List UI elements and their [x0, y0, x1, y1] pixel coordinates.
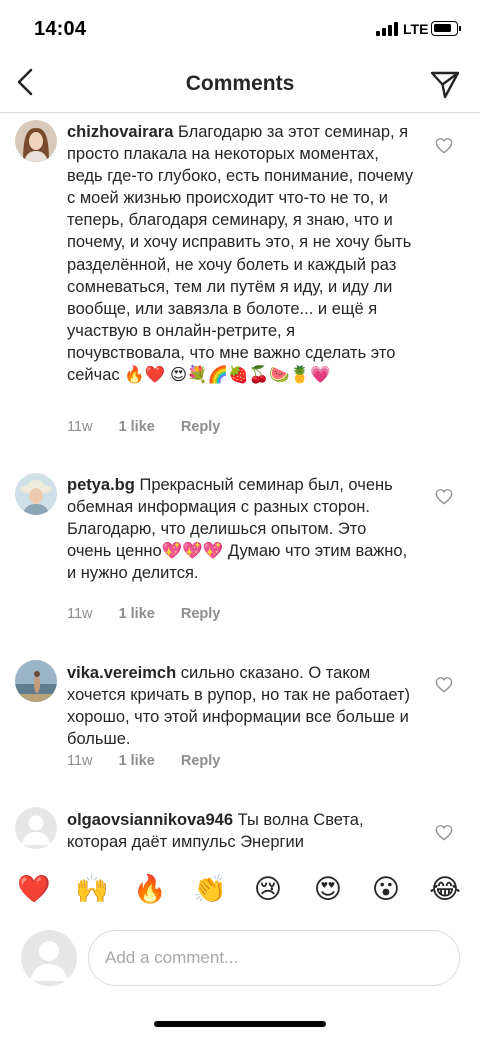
page-title: Comments [185, 72, 295, 95]
heart-icon[interactable] [435, 824, 453, 841]
comment-likes[interactable]: 1 like [119, 419, 155, 435]
emoji-clap-button[interactable]: 👏 [193, 873, 227, 907]
comment-likes[interactable]: 1 like [119, 606, 155, 622]
comment-body: petya.bg Прекрасный семинар был, очень о… [67, 474, 415, 584]
comment-text: Благодарю за этот семинар, я просто плак… [67, 123, 414, 385]
comment-item: petya.bg Прекрасный семинар был, очень о… [0, 459, 480, 629]
emoji-heart-eyes-button[interactable]: 😍 [311, 873, 345, 907]
avatar [21, 930, 77, 986]
comment-body: chizhovairara Благодарю за этот семинар,… [67, 121, 415, 386]
emoji-quick-bar: ❤️ 🙌 🔥 👏 😢 😍 😮 😂 [0, 856, 480, 924]
comments-list[interactable]: chizhovairara Благодарю за этот семинар,… [0, 114, 480, 854]
comment-item: chizhovairara Благодарю за этот семинар,… [0, 114, 480, 454]
comment-item: vika.vereimch сильно сказано. О таком хо… [0, 647, 480, 797]
avatar[interactable] [15, 473, 57, 515]
heart-icon[interactable] [435, 676, 453, 693]
comment-input[interactable] [88, 930, 460, 986]
comment-meta: 11w 1 like Reply [67, 753, 242, 769]
status-time: 14:04 [34, 18, 87, 40]
battery-icon [431, 21, 458, 36]
share-button[interactable] [429, 68, 461, 100]
header: Comments [0, 60, 480, 113]
comment-username[interactable]: olgaovsiannikova946 [67, 811, 233, 829]
signal-icon [376, 22, 400, 36]
comment-time: 11w [67, 419, 93, 435]
paper-plane-icon [430, 71, 460, 99]
comment-item: olgaovsiannikova946 Ты волна Света, кото… [0, 794, 480, 854]
status-bar: 14:04 LTE [0, 0, 480, 60]
emoji-fire-button[interactable]: 🔥 [133, 873, 167, 907]
comment-composer [0, 926, 480, 990]
home-indicator[interactable] [154, 1021, 326, 1027]
comment-username[interactable]: petya.bg [67, 476, 135, 494]
emoji-laughing-button[interactable]: 😂 [428, 873, 462, 907]
emoji-surprised-button[interactable]: 😮 [369, 873, 403, 907]
comment-likes[interactable]: 1 like [119, 753, 155, 769]
comment-username[interactable]: vika.vereimch [67, 664, 176, 682]
heart-icon[interactable] [435, 488, 453, 505]
comment-meta: 11w 1 like Reply [67, 419, 242, 435]
network-type: LTE [403, 21, 429, 37]
comment-meta: 11w 1 like Reply [67, 606, 242, 622]
reply-button[interactable]: Reply [181, 753, 221, 769]
emoji-raised-hands-button[interactable]: 🙌 [75, 873, 109, 907]
comment-username[interactable]: chizhovairara [67, 123, 173, 141]
avatar[interactable] [15, 660, 57, 702]
comment-time: 11w [67, 753, 93, 769]
reply-button[interactable]: Reply [181, 606, 221, 622]
comment-body: vika.vereimch сильно сказано. О таком хо… [67, 662, 415, 750]
emoji-heart-button[interactable]: ❤️ [17, 873, 51, 907]
comment-body: olgaovsiannikova946 Ты волна Света, кото… [67, 809, 415, 853]
comment-time: 11w [67, 606, 93, 622]
heart-icon[interactable] [435, 137, 453, 154]
avatar[interactable] [15, 807, 57, 849]
reply-button[interactable]: Reply [181, 419, 221, 435]
avatar[interactable] [15, 120, 57, 162]
emoji-crying-button[interactable]: 😢 [251, 873, 285, 907]
